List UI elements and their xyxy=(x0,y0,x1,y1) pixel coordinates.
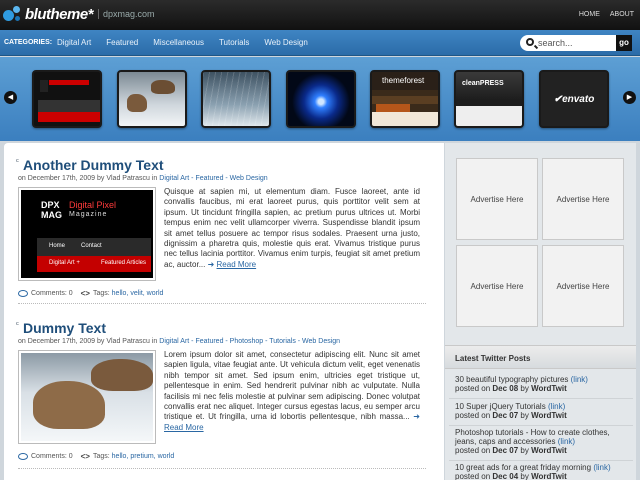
read-more-link[interactable]: Read More xyxy=(164,423,204,432)
tweet-item: 30 beautiful typography pictures (link) … xyxy=(455,375,588,393)
read-more-link[interactable]: Read More xyxy=(217,260,257,269)
tweet-item: 10 great ads for a great friday morning … xyxy=(455,463,611,480)
post-footer: Comments: 0 <> Tags: hello, pretium, wor… xyxy=(18,452,174,461)
carousel-thumb-orb[interactable] xyxy=(286,70,356,128)
search-go-button[interactable]: go xyxy=(616,35,632,51)
post-pin-icon: ᶜ xyxy=(16,320,19,329)
comment-icon xyxy=(18,290,28,297)
post-divider xyxy=(18,468,426,469)
comments-count[interactable]: Comments: 0 xyxy=(31,453,73,460)
tag-icon: <> xyxy=(80,289,90,298)
post-excerpt: Quisque at sapien mi, ut elementum diam.… xyxy=(164,187,420,269)
tweet-item: 10 Super jQuery Tutorials (link) posted … xyxy=(455,402,567,420)
post-tags[interactable]: hello, pretium, world xyxy=(112,453,175,460)
carousel-thumb-dpx[interactable] xyxy=(32,70,102,128)
featured-carousel: ◀ themeforest cleanPRESS ✔envato ▶ xyxy=(0,57,640,141)
post-excerpt: Lorem ipsum dolor sit amet, consectetur … xyxy=(164,350,420,432)
top-bar: blutheme* dpxmag.com HOME ABOUT xyxy=(0,0,640,30)
category-miscellaneous[interactable]: Miscellaneous xyxy=(153,38,204,47)
tweet-item: Photoshop tutorials - How to create clot… xyxy=(455,428,610,455)
categories-label: CATEGORIES: xyxy=(4,39,53,46)
ad-slot[interactable]: Advertise Here xyxy=(456,158,538,240)
twitter-widget-title: Latest Twitter Posts xyxy=(445,345,636,369)
post-divider xyxy=(18,303,426,304)
nav-home-link[interactable]: HOME xyxy=(579,11,600,18)
logo-domain: dpxmag.com xyxy=(98,9,155,19)
post-title[interactable]: Dummy Text xyxy=(23,320,106,336)
category-web-design[interactable]: Web Design xyxy=(264,38,307,47)
post-tags[interactable]: hello, velit, world xyxy=(112,290,164,297)
carousel-prev-icon[interactable]: ◀ xyxy=(4,91,17,104)
logo-text: blutheme* xyxy=(25,5,94,23)
category-featured[interactable]: Featured xyxy=(106,38,138,47)
post-meta: on December 17th, 2009 by Vlad Patrascu … xyxy=(18,175,268,182)
post-pin-icon: ᶜ xyxy=(16,157,19,166)
post-footer: Comments: 0 <> Tags: hello, velit, world xyxy=(18,289,163,298)
post-title[interactable]: Another Dummy Text xyxy=(23,157,164,173)
nav-about-link[interactable]: ABOUT xyxy=(610,11,634,18)
carousel-next-icon[interactable]: ▶ xyxy=(623,91,636,104)
sidebar: Advertise Here Advertise Here Advertise … xyxy=(445,143,636,480)
ad-slot[interactable]: Advertise Here xyxy=(542,158,624,240)
comments-count[interactable]: Comments: 0 xyxy=(31,290,73,297)
carousel-thumb-cougars[interactable] xyxy=(117,70,187,128)
post-thumbnail[interactable]: DPX MAG Digital Pixel Magazine Home Conta… xyxy=(18,187,156,281)
ad-slot[interactable]: Advertise Here xyxy=(456,245,538,327)
comment-icon xyxy=(18,453,28,460)
search-icon xyxy=(526,38,534,46)
main-content: ᶜ Another Dummy Text on December 17th, 2… xyxy=(4,143,444,480)
category-digital-art[interactable]: Digital Art xyxy=(57,38,91,47)
category-links: Digital Art Featured Miscellaneous Tutor… xyxy=(57,38,308,47)
carousel-thumb-themeforest[interactable]: themeforest xyxy=(370,70,440,128)
top-nav: HOME ABOUT xyxy=(579,11,634,18)
carousel-thumb-cleanpress[interactable]: cleanPRESS xyxy=(454,70,524,128)
category-tutorials[interactable]: Tutorials xyxy=(219,38,249,47)
logo-mark-icon xyxy=(3,4,23,24)
search-input[interactable]: search... xyxy=(520,35,616,51)
post-thumbnail[interactable] xyxy=(18,350,156,444)
post-meta: on December 17th, 2009 by Vlad Patrascu … xyxy=(18,338,341,345)
carousel-thumb-snow[interactable] xyxy=(201,70,271,128)
search-form: search... go xyxy=(520,35,632,51)
search-placeholder: search... xyxy=(538,38,573,48)
ad-slot[interactable]: Advertise Here xyxy=(542,245,624,327)
carousel-thumb-envato[interactable]: ✔envato xyxy=(539,70,609,128)
site-logo[interactable]: blutheme* dpxmag.com xyxy=(3,4,155,24)
tag-icon: <> xyxy=(80,452,90,461)
